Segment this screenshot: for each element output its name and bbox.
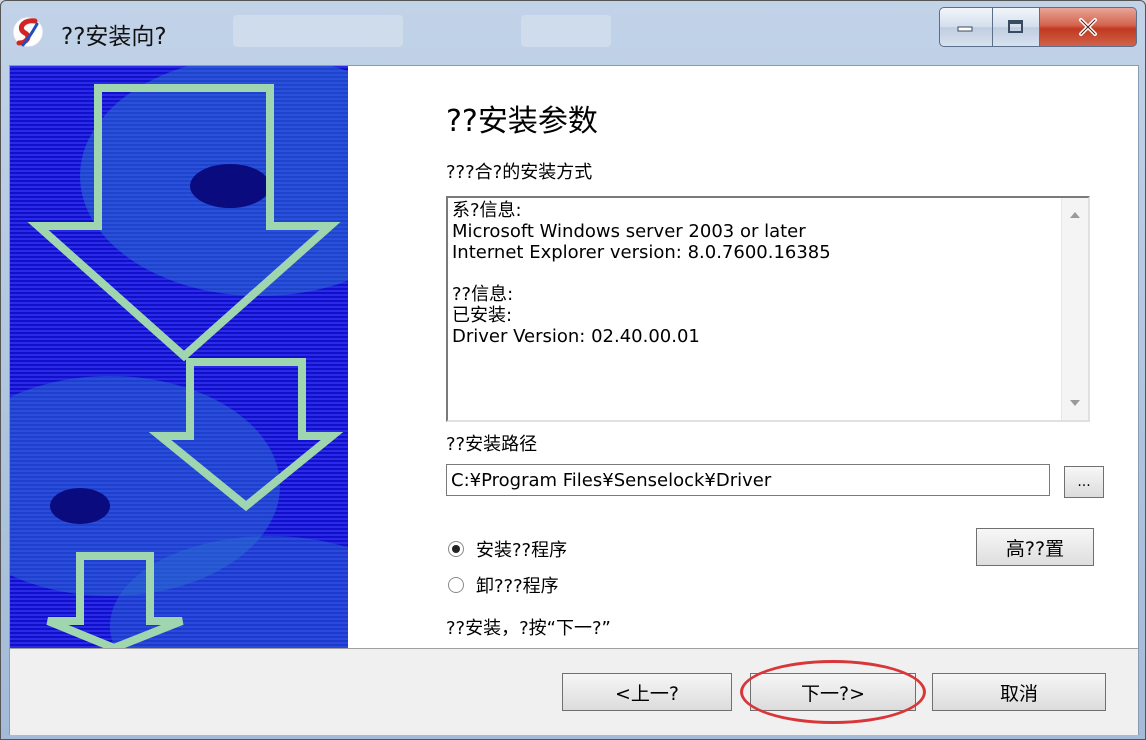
next-button[interactable]: 下一?> bbox=[750, 673, 916, 711]
close-icon bbox=[1079, 18, 1097, 36]
radio-uninstall-indicator[interactable] bbox=[448, 577, 464, 593]
browse-button[interactable]: ... bbox=[1064, 466, 1104, 498]
radio-uninstall-label: 卸???程序 bbox=[476, 576, 559, 597]
radio-uninstall-option[interactable]: 卸???程序 bbox=[448, 572, 559, 598]
maximize-button[interactable] bbox=[993, 7, 1040, 47]
dialog-client-area: ??安装参数 ???合?的安装方式 系?信息: Microsoft Window… bbox=[9, 65, 1139, 735]
background-ghost-tab bbox=[521, 15, 611, 47]
scroll-down-icon[interactable] bbox=[1070, 400, 1080, 406]
install-path-label: ??安装路径 bbox=[446, 434, 538, 455]
back-button[interactable]: <上一? bbox=[562, 673, 732, 711]
download-arrows-graphic bbox=[10, 66, 348, 648]
background-ghost-tab bbox=[233, 15, 403, 47]
radio-install-option[interactable]: 安装??程序 bbox=[448, 536, 567, 562]
install-path-input[interactable] bbox=[446, 464, 1050, 496]
app-logo-icon bbox=[12, 16, 44, 48]
advanced-settings-button[interactable]: 高??置 bbox=[976, 528, 1094, 566]
radio-install-label: 安装??程序 bbox=[476, 540, 568, 561]
continue-hint: ??安装，?按“下一?” bbox=[446, 618, 611, 639]
wizard-content: ??安装参数 ???合?的安装方式 系?信息: Microsoft Window… bbox=[348, 66, 1138, 648]
info-scrollbar[interactable] bbox=[1061, 198, 1088, 420]
button-bar: <上一? 下一?> 取消 bbox=[10, 648, 1138, 735]
caption-buttons bbox=[939, 7, 1137, 49]
window-title: ??安装向? bbox=[61, 24, 167, 50]
close-button[interactable] bbox=[1040, 7, 1137, 47]
system-info-box[interactable]: 系?信息: Microsoft Windows server 2003 or l… bbox=[446, 196, 1090, 422]
minimize-button[interactable] bbox=[939, 7, 993, 47]
page-title: ??安装参数 bbox=[446, 104, 598, 139]
wizard-banner bbox=[10, 66, 348, 648]
title-bar[interactable]: ??安装向? bbox=[1, 1, 1145, 65]
page-subtitle: ???合?的安装方式 bbox=[446, 162, 593, 183]
maximize-icon bbox=[1008, 20, 1023, 33]
scroll-up-icon[interactable] bbox=[1070, 212, 1080, 218]
installer-window: ??安装向? ??安装参数 ???合?的安装方式 系?信息: Microsoft… bbox=[0, 0, 1146, 740]
minimize-icon bbox=[957, 26, 973, 32]
system-info-text: 系?信息: Microsoft Windows server 2003 or l… bbox=[452, 200, 831, 347]
radio-install-indicator[interactable] bbox=[448, 541, 464, 557]
cancel-button[interactable]: 取消 bbox=[932, 673, 1106, 711]
